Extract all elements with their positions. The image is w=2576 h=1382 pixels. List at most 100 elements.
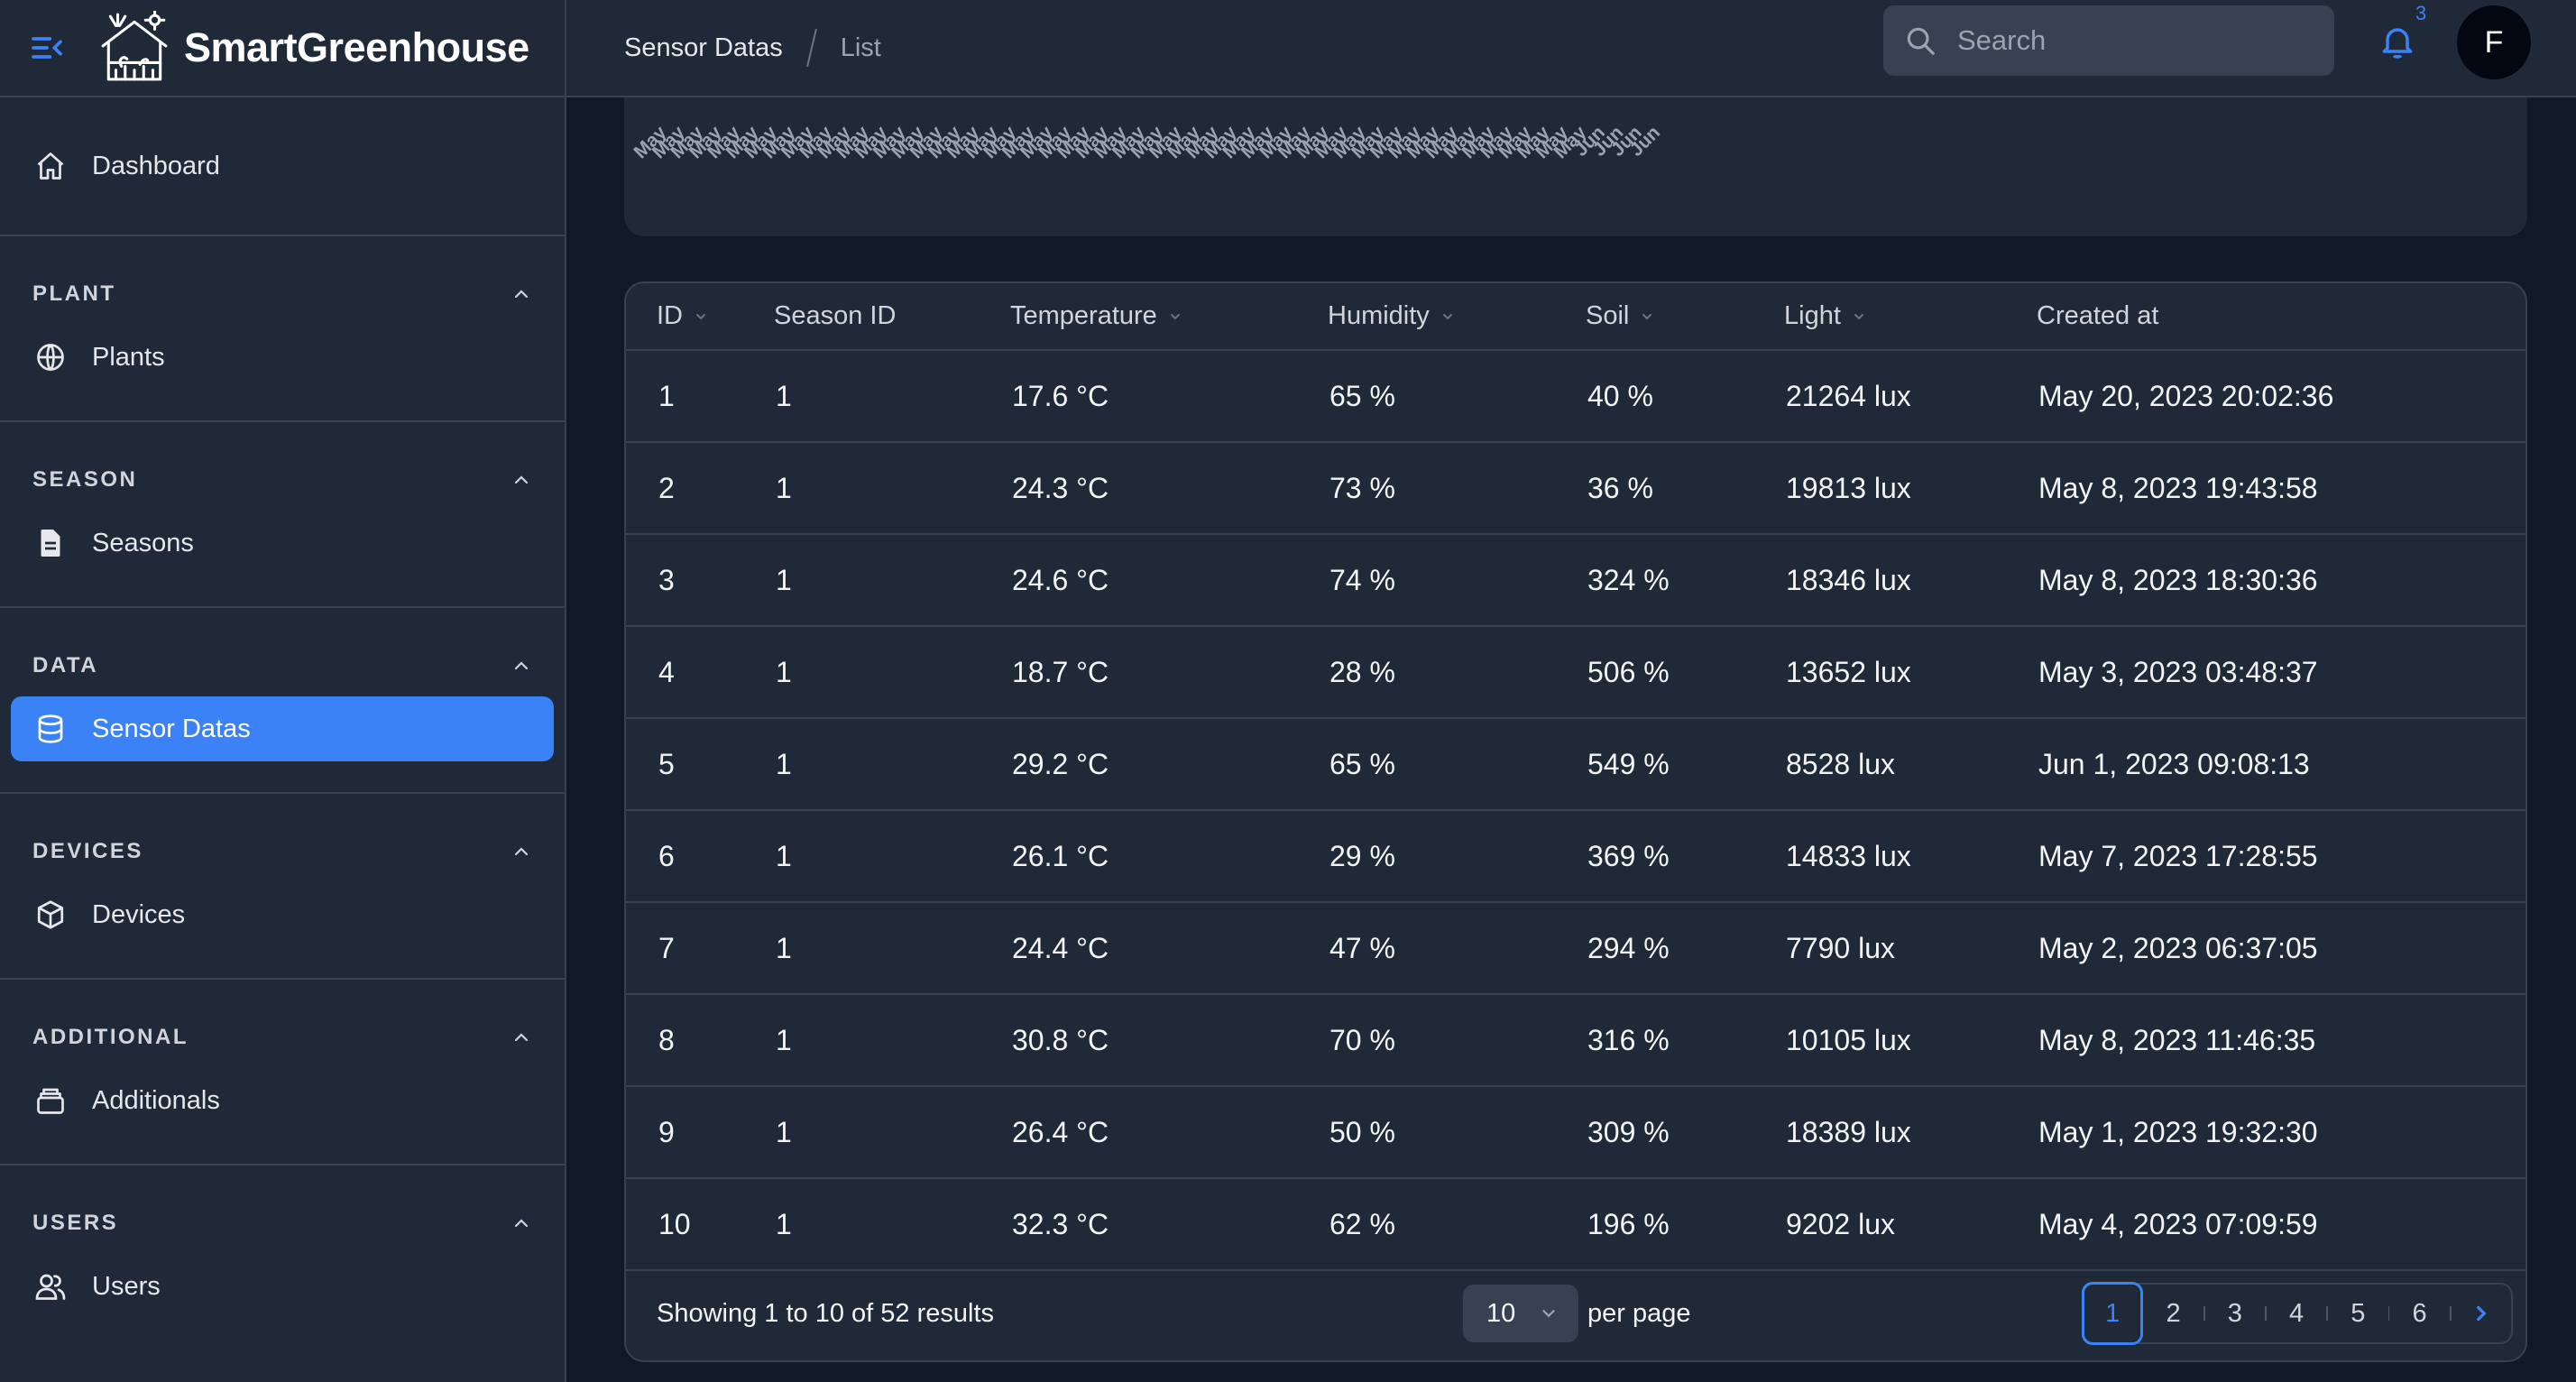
chevron-up-icon[interactable] [511, 1212, 532, 1234]
cell-created-at: May 8, 2023 19:43:58 [2037, 442, 2525, 535]
sidebar-group-header[interactable]: DATA [11, 648, 554, 684]
cell-soil: 40 % [1586, 350, 1784, 443]
sensor-data-table-card: ID Season ID Temperature Humidity Soil L… [624, 281, 2527, 1362]
globe-icon [37, 344, 64, 372]
cell-created-at: May 7, 2023 17:28:55 [2037, 810, 2525, 903]
greenhouse-logo-icon[interactable] [97, 9, 171, 85]
chevron-up-icon[interactable] [511, 841, 532, 862]
sidebar-group-header[interactable]: ADDITIONAL [11, 1019, 554, 1055]
sidebar-group-header[interactable]: PLANT [11, 276, 554, 312]
cell-temperature: 26.1 °C [1010, 810, 1328, 903]
cell-light: 10105 lux [1784, 994, 2037, 1087]
sidebar-item-plants[interactable]: Plants [11, 325, 554, 390]
column-header-label: Soil [1586, 301, 1630, 330]
cube-icon [37, 900, 64, 929]
cell-temperature: 29.2 °C [1010, 718, 1328, 811]
page-button-3[interactable]: 3 [2205, 1283, 2265, 1344]
cell-id: 7 [626, 902, 774, 995]
chart-x-axis-ticks: MayMayMayMayMayMayMayMayMayMayMayMayMayM… [630, 122, 1664, 162]
sidebar-group-header[interactable]: DEVICES [11, 834, 554, 870]
sidebar-item-seasons[interactable]: Seasons [11, 511, 554, 576]
bell-icon[interactable] [2378, 22, 2417, 61]
breadcrumb-separator-icon [805, 28, 817, 68]
column-header-light[interactable]: Light [1784, 283, 2037, 351]
sidebar-group-users: USERS Users [0, 1165, 565, 1350]
sidebar-item-sensor-datas[interactable]: Sensor Datas [11, 696, 554, 761]
cell-temperature: 18.7 °C [1010, 626, 1328, 719]
column-header-humidity[interactable]: Humidity [1328, 283, 1586, 351]
cell-created-at: Jun 1, 2023 09:08:13 [2037, 718, 2525, 811]
sidebar-item-dashboard[interactable]: Dashboard [11, 134, 554, 198]
cell-season-id: 1 [774, 442, 1010, 535]
chevron-up-icon[interactable] [511, 283, 532, 305]
sidebar-group-title: SEASON [32, 467, 138, 492]
chevron-up-icon[interactable] [511, 469, 532, 491]
cell-created-at: May 20, 2023 20:02:36 [2037, 350, 2525, 443]
cell-soil: 506 % [1586, 626, 1784, 719]
cell-temperature: 30.8 °C [1010, 994, 1328, 1087]
table-row[interactable]: 3 1 24.6 °C 74 % 324 % 18346 lux May 8, 2023 1… [626, 534, 2525, 627]
cell-humidity: 73 % [1328, 442, 1586, 535]
breadcrumb-item-sensor-datas[interactable]: Sensor Datas [624, 33, 783, 63]
cell-light: 19813 lux [1784, 442, 2037, 535]
sidebar-group-title: ADDITIONAL [32, 1025, 189, 1049]
cell-season-id: 1 [774, 1178, 1010, 1271]
sort-chevron-icon [1854, 313, 1863, 319]
sidebar-group-header[interactable]: SEASON [11, 462, 554, 498]
table-row[interactable]: 9 1 26.4 °C 50 % 309 % 18389 lux May 1, 2023 1… [626, 1086, 2525, 1179]
search-input[interactable] [1957, 24, 2300, 57]
table-row[interactable]: 6 1 26.1 °C 29 % 369 % 14833 lux May 7, 2023 1… [626, 810, 2525, 903]
table-row[interactable]: 8 1 30.8 °C 70 % 316 % 10105 lux May 8, 2023 1… [626, 994, 2525, 1087]
cell-light: 18389 lux [1784, 1086, 2037, 1179]
collapse-sidebar-icon[interactable] [27, 28, 67, 68]
chevron-up-icon[interactable] [511, 655, 532, 677]
sidebar-group-header[interactable]: USERS [11, 1205, 554, 1241]
avatar[interactable]: F [2457, 5, 2531, 79]
column-header-temperature[interactable]: Temperature [1010, 283, 1328, 351]
cell-temperature: 17.6 °C [1010, 350, 1328, 443]
column-header-label: ID [657, 301, 683, 330]
notification-badge: 3 [2415, 2, 2427, 24]
sidebar-group-devices: DEVICES Devices [0, 794, 565, 980]
app-name[interactable]: SmartGreenhouse [184, 24, 529, 71]
sidebar-item-devices[interactable]: Devices [11, 882, 554, 947]
search-box[interactable] [1883, 5, 2334, 76]
column-header-soil[interactable]: Soil [1586, 283, 1784, 351]
search-icon [1907, 27, 1935, 55]
cell-light: 7790 lux [1784, 902, 2037, 995]
page-button-4[interactable]: 4 [2267, 1283, 2326, 1344]
table-row[interactable]: 4 1 18.7 °C 28 % 506 % 13652 lux May 3, 2023 0… [626, 626, 2525, 719]
column-header-id[interactable]: ID [626, 283, 774, 351]
cell-id: 4 [626, 626, 774, 719]
table-row[interactable]: 1 1 17.6 °C 65 % 40 % 21264 lux May 20, 2023 2… [626, 350, 2525, 443]
per-page-select[interactable]: 10 [1463, 1285, 1578, 1342]
cell-temperature: 32.3 °C [1010, 1178, 1328, 1271]
table-row[interactable]: 10 1 32.3 °C 62 % 196 % 9202 lux May 4, 2023 0… [626, 1178, 2525, 1271]
sidebar-group-plant: PLANT Plants [0, 236, 565, 422]
page-button-6[interactable]: 6 [2389, 1283, 2449, 1344]
sidebar-item-users[interactable]: Users [11, 1254, 554, 1319]
chevron-down-icon [1542, 1310, 1555, 1318]
chevron-up-icon[interactable] [511, 1027, 532, 1048]
document-icon [41, 530, 60, 557]
sidebar-item-additionals[interactable]: Additionals [11, 1068, 554, 1133]
page-button-5[interactable]: 5 [2328, 1283, 2387, 1344]
cell-id: 10 [626, 1178, 774, 1271]
next-page-button[interactable] [2452, 1283, 2511, 1344]
column-header-label: Created at [2037, 301, 2159, 330]
table-row[interactable]: 5 1 29.2 °C 65 % 549 % 8528 lux Jun 1, 2023 09… [626, 718, 2525, 811]
page-button-1[interactable]: 1 [2082, 1282, 2144, 1345]
table-row[interactable]: 2 1 24.3 °C 73 % 36 % 19813 lux May 8, 2023 19… [626, 442, 2525, 535]
breadcrumb: Sensor Datas List [624, 27, 881, 69]
cell-light: 9202 lux [1784, 1178, 2037, 1271]
table-row[interactable]: 7 1 24.4 °C 47 % 294 % 7790 lux May 2, 2023 06… [626, 902, 2525, 995]
sort-chevron-icon [1442, 313, 1452, 319]
page-button-2[interactable]: 2 [2143, 1283, 2203, 1344]
chevron-right-icon [2477, 1305, 2487, 1322]
table-header-row: ID Season ID Temperature Humidity Soil L… [626, 283, 2525, 351]
cell-light: 14833 lux [1784, 810, 2037, 903]
sidebar-item-label: Users [92, 1271, 161, 1301]
cell-humidity: 29 % [1328, 810, 1586, 903]
column-header-season-id: Season ID [774, 283, 1010, 351]
users-icon [35, 1274, 66, 1300]
